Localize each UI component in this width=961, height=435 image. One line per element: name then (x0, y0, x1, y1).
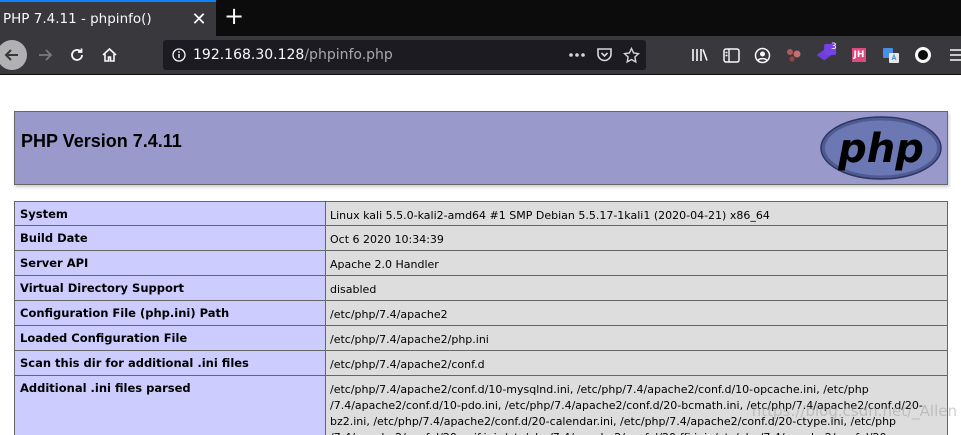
php-version-header: PHP Version 7.4.11 php (14, 111, 948, 185)
page-actions-menu-icon[interactable] (568, 52, 586, 58)
row-key: Scan this dir for additional .ini files (14, 351, 326, 376)
table-row: Loaded Configuration File /etc/php/7.4/a… (14, 326, 948, 351)
back-arrow-icon (4, 49, 18, 61)
translate-icon[interactable] (879, 42, 903, 68)
php-version-title: PHP Version 7.4.11 (21, 131, 182, 151)
url-path: /phpinfo.php (304, 47, 393, 63)
row-key: Build Date (14, 226, 326, 251)
menu-icon[interactable] (945, 42, 961, 68)
php-logo-icon[interactable]: php (820, 116, 942, 180)
row-value: /etc/php/7.4/apache2/php.ini (326, 326, 948, 351)
active-tab[interactable]: PHP 7.4.11 - phpinfo() ✕ (0, 0, 216, 36)
row-value: Linux kali 5.5.0-kali2-amd64 #1 SMP Debi… (326, 201, 948, 226)
url-host: 192.168.30.128 (193, 47, 305, 63)
row-value: Oct 6 2020 10:34:39 (326, 226, 948, 251)
extension-badge-count: 3 (831, 42, 837, 52)
site-info-icon[interactable] (172, 48, 186, 62)
reload-button[interactable] (62, 40, 92, 70)
php-info-table: System Linux kali 5.5.0-kali2-amd64 #1 S… (14, 201, 948, 435)
table-row: Build Date Oct 6 2020 10:34:39 (14, 226, 948, 251)
extension-jh-icon[interactable]: JH (847, 42, 871, 68)
tab-bar: PHP 7.4.11 - phpinfo() ✕ + (0, 0, 961, 36)
sidebar-icon[interactable] (719, 42, 743, 68)
forward-button[interactable] (30, 40, 60, 70)
php-logo-text: php (837, 126, 924, 172)
table-row: Virtual Directory Support disabled (14, 276, 948, 301)
table-row: System Linux kali 5.5.0-kali2-amd64 #1 S… (14, 201, 948, 226)
extension-badge-icon[interactable]: 3 (814, 42, 838, 68)
row-key: Configuration File (php.ini) Path (14, 301, 326, 326)
row-key: Server API (14, 251, 326, 276)
navigation-toolbar: 192.168.30.128/phpinfo.php 3 JH (0, 36, 961, 74)
row-key: Virtual Directory Support (14, 276, 326, 301)
account-icon[interactable] (750, 42, 774, 68)
record-extension-icon[interactable] (911, 42, 935, 68)
back-button[interactable] (0, 40, 27, 70)
table-row: Scan this dir for additional .ini files … (14, 351, 948, 376)
library-icon[interactable] (688, 42, 712, 68)
tab-title: PHP 7.4.11 - phpinfo() (3, 11, 152, 27)
row-value: /etc/php/7.4/apache2/conf.d (326, 351, 948, 376)
extension-jh-label: JH (851, 48, 867, 62)
row-value: disabled (326, 276, 948, 301)
watermark-text: https://blog.csdn.net/_Allen (751, 402, 957, 420)
row-value: Apache 2.0 Handler (326, 251, 948, 276)
row-key: Loaded Configuration File (14, 326, 326, 351)
home-button[interactable] (94, 40, 124, 70)
row-key: Additional .ini files parsed (14, 376, 326, 435)
page-content: PHP Version 7.4.11 php System Linux kali… (0, 94, 961, 435)
url-bar[interactable]: 192.168.30.128/phpinfo.php (163, 40, 646, 70)
close-tab-icon[interactable]: ✕ (186, 6, 212, 32)
reload-icon (71, 48, 83, 61)
row-value: /etc/php/7.4/apache2 (326, 301, 948, 326)
table-row: Configuration File (php.ini) Path /etc/p… (14, 301, 948, 326)
new-tab-button[interactable]: + (222, 4, 246, 29)
extension-cookie-icon[interactable] (782, 42, 806, 68)
row-key: System (14, 201, 326, 226)
pocket-icon[interactable] (596, 47, 613, 63)
bookmark-star-icon[interactable] (623, 46, 640, 64)
url-text[interactable]: 192.168.30.128/phpinfo.php (193, 47, 393, 63)
table-row: Server API Apache 2.0 Handler (14, 251, 948, 276)
page-top-margin (0, 74, 961, 94)
home-icon (101, 47, 117, 62)
forward-arrow-icon (39, 49, 53, 61)
